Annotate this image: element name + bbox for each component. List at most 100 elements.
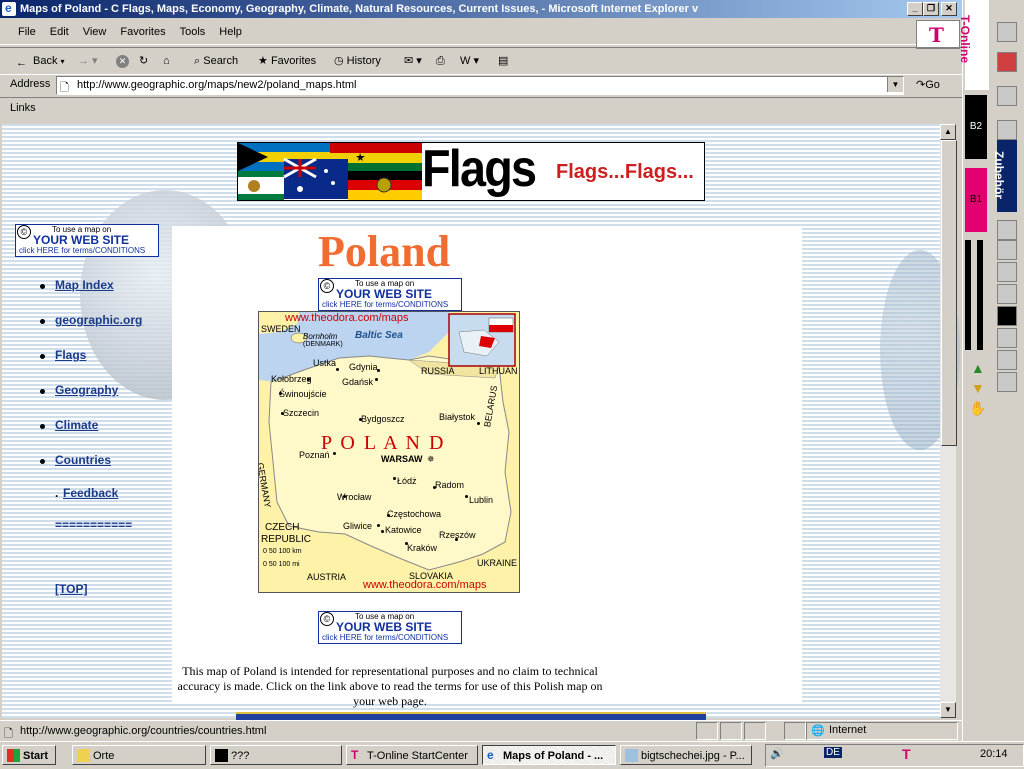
folder-icon: [77, 749, 90, 762]
tool-icon[interactable]: [997, 86, 1017, 106]
tool-icon[interactable]: [997, 306, 1017, 326]
globe-icon: 🌐: [811, 725, 825, 737]
history-button[interactable]: ◷ History: [334, 52, 381, 70]
minimize-button[interactable]: _: [907, 2, 923, 16]
nav-bullet: [40, 459, 45, 464]
start-button[interactable]: Start: [2, 745, 56, 765]
flags-banner[interactable]: Flags Flags...Flags...: [237, 142, 705, 201]
forward-arrow-icon: → ▾: [78, 55, 98, 67]
window-title: Maps of Poland - C Flags, Maps, Economy,…: [20, 3, 699, 15]
system-tray: 🔊 DE T 20:14: [765, 744, 1024, 767]
tool-icon[interactable]: [997, 372, 1017, 392]
volume-icon[interactable]: 🔊: [770, 747, 784, 760]
t-online-title: T-Online: [958, 15, 972, 63]
tool-icon[interactable]: [997, 350, 1017, 370]
tool-icon[interactable]: [997, 240, 1017, 260]
tool-icon[interactable]: [997, 262, 1017, 282]
search-button[interactable]: ⌕ Search: [194, 52, 238, 70]
tool-icon[interactable]: [997, 22, 1017, 42]
restore-button[interactable]: ❐: [923, 2, 939, 16]
edit-button[interactable]: W ▾: [460, 52, 479, 70]
history-icon: ◷: [334, 55, 344, 67]
nav-separator: ===========: [55, 518, 133, 532]
map-watermark-top: www.theodora.com/maps: [285, 312, 409, 324]
menu-view[interactable]: View: [76, 20, 114, 44]
zone-label: Internet: [829, 724, 867, 736]
mail-button[interactable]: ✉ ▾: [404, 52, 422, 70]
scroll-down-button[interactable]: ▼: [940, 702, 956, 718]
disclaimer-text: This map of Poland is intended for repre…: [177, 664, 603, 708]
scroll-down-icon[interactable]: ▼: [971, 380, 985, 396]
nav-geographic-org[interactable]: geographic.org: [55, 313, 142, 327]
scroll-up-icon[interactable]: ▲: [971, 360, 985, 376]
task-maps-of-poland[interactable]: e Maps of Poland - ...: [482, 745, 616, 765]
banner-subtitle: Flags...Flags...: [556, 161, 694, 183]
menu-tools[interactable]: Tools: [173, 20, 213, 44]
favorites-icon: ★: [258, 55, 268, 67]
home-button[interactable]: ⌂: [163, 52, 170, 70]
menu-help[interactable]: Help: [212, 20, 249, 44]
discuss-button[interactable]: ▤: [498, 52, 508, 70]
task-orte[interactable]: Orte: [72, 745, 206, 765]
copyright-icon: ©: [17, 225, 31, 239]
tool-icon[interactable]: [997, 52, 1017, 72]
feedback-prefix: .: [55, 486, 59, 500]
tool-icon[interactable]: [997, 328, 1017, 348]
print-button[interactable]: ⎙: [436, 52, 445, 70]
ie-icon: [2, 0, 16, 17]
nav-bullet: [40, 389, 45, 394]
menu-bar: File Edit View Favorites Tools Help: [0, 20, 962, 45]
address-url: http://www.geographic.org/maps/new2/pola…: [77, 79, 357, 91]
menu-file[interactable]: File: [11, 20, 43, 44]
copyright-icon: ©: [320, 279, 334, 293]
poland-map[interactable]: www.theodora.com/maps SWEDEN Bornholm (D…: [258, 311, 520, 593]
links-bar[interactable]: Links: [0, 97, 962, 119]
terms-badge-left[interactable]: © To use a map on YOUR WEB SITE click HE…: [15, 224, 159, 257]
t-online-panel: T-Online B2 B1 ▲ ▼ ✋: [958, 0, 991, 741]
zubehor-tab[interactable]: Zubehör: [992, 140, 1017, 212]
nav-bullet: [40, 284, 45, 289]
map-scale-mi: 0 50 100 mi: [263, 561, 300, 568]
task-t-online[interactable]: T T-Online StartCenter: [346, 745, 478, 765]
forward-button[interactable]: → ▾: [78, 52, 98, 70]
page-icon: 🗋: [60, 82, 69, 94]
stop-button[interactable]: ✕: [116, 52, 129, 70]
t-online-tray-icon[interactable]: T: [902, 746, 911, 762]
close-button[interactable]: ✕: [941, 2, 957, 16]
terms-badge-bottom[interactable]: © To use a map on YOUR WEB SITE click HE…: [318, 611, 462, 644]
address-dropdown[interactable]: ▼: [887, 77, 903, 92]
tool-icon[interactable]: [997, 120, 1017, 140]
standard-toolbar: ← Back ▾ → ▾ ✕ ↻ ⌂ ⌕ Search ★ Favorites ◷…: [0, 47, 962, 75]
favorites-button[interactable]: ★ Favorites: [258, 52, 316, 70]
scroll-up-button[interactable]: ▲: [940, 124, 956, 140]
nav-map-index[interactable]: Map Index: [55, 278, 114, 292]
zubehor-title: Zubehör: [992, 151, 1006, 199]
terms-badge-top[interactable]: © To use a map on YOUR WEB SITE click HE…: [318, 278, 462, 311]
t-online-icon: T: [351, 748, 359, 762]
tool-icon[interactable]: [997, 220, 1017, 240]
nav-geography[interactable]: Geography: [55, 383, 118, 397]
b1-button[interactable]: B1: [965, 168, 987, 232]
task-console[interactable]: ???: [210, 745, 342, 765]
ie-icon: e: [487, 748, 494, 762]
nav-countries[interactable]: Countries: [55, 453, 111, 467]
scrollbar-thumb[interactable]: [941, 140, 957, 446]
task-image-viewer[interactable]: bigtschechei.jpg - P...: [620, 745, 752, 765]
language-indicator[interactable]: DE: [824, 747, 842, 758]
flags-collage: [238, 143, 422, 200]
tool-icon[interactable]: [997, 284, 1017, 304]
nav-feedback[interactable]: Feedback: [63, 486, 118, 500]
nav-bullet: [40, 354, 45, 359]
top-link[interactable]: [TOP]: [55, 582, 87, 596]
menu-edit[interactable]: Edit: [43, 20, 76, 44]
nav-climate[interactable]: Climate: [55, 418, 98, 432]
map-country-label: P O L A N D: [321, 432, 446, 454]
map-watermark-bottom: www.theodora.com/maps: [363, 579, 487, 591]
back-button[interactable]: ← Back ▾: [16, 52, 65, 70]
b2-button[interactable]: B2: [965, 95, 987, 159]
go-button[interactable]: ↷Go: [916, 78, 940, 91]
address-input[interactable]: 🗋 http://www.geographic.org/maps/new2/po…: [56, 76, 904, 95]
nav-flags[interactable]: Flags: [55, 348, 86, 362]
refresh-button[interactable]: ↻: [139, 52, 148, 70]
menu-favorites[interactable]: Favorites: [113, 20, 172, 44]
